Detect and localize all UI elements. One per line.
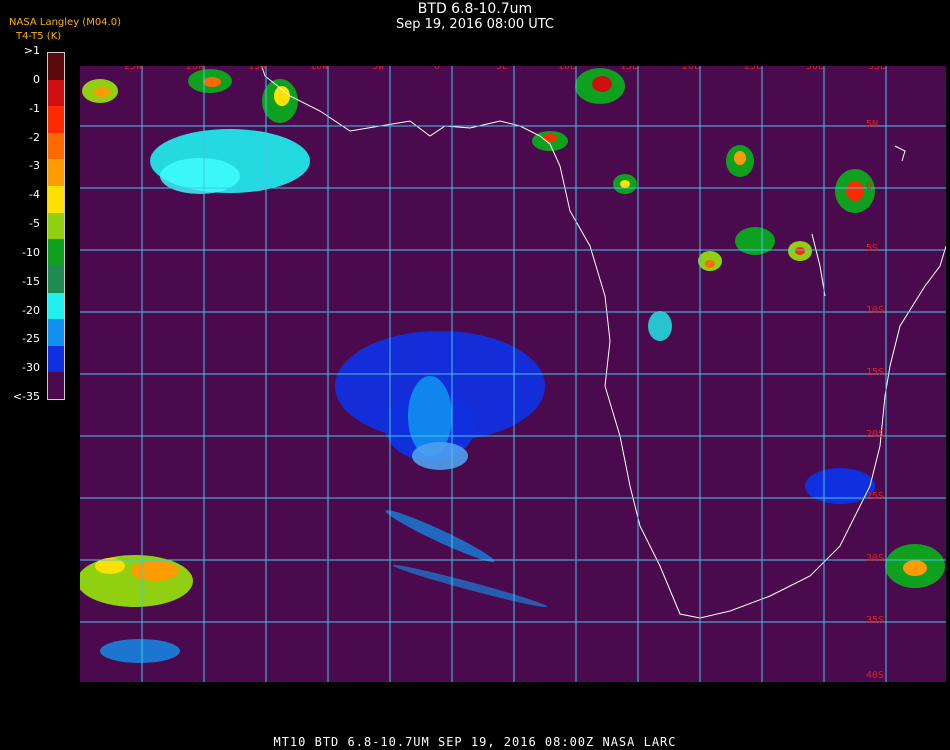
footer-caption: MT10 BTD 6.8-10.7UM SEP 19, 2016 08:00Z … [273,735,677,749]
color-scale-label: -20 [22,303,40,317]
satellite-map: 25W 20W 15W 10W 5W 0 5E 10E 15E 20E 25E 30E 35E 5N 0 5… [80,66,946,682]
longitude-label: 5W [372,66,385,72]
longitude-label: 0 [434,66,441,72]
color-scale-segment [48,106,64,134]
color-scale-segment [48,265,64,294]
longitude-label: 10E [558,66,577,72]
longitude-label: 5E [496,66,509,72]
longitude-label: 25W [124,66,143,72]
cloud-field [80,68,945,663]
color-scale-label: -4 [29,188,40,202]
color-scale-segment [48,53,64,81]
latitude-label: 15S [866,367,885,378]
color-scale-label: -30 [22,361,40,375]
longitude-label: 10W [310,66,329,72]
color-scale-segment [48,292,64,320]
latitude-label: 20S [866,429,885,440]
credit-label: NASA Langley (M04.0) [9,17,121,28]
latitude-label: 30S [866,553,885,564]
longitude-label: 20E [682,66,701,72]
longitude-label: 20W [186,66,205,72]
latitude-label: 25S [866,491,885,502]
color-scale-segment [48,79,64,107]
longitude-label: 15W [248,66,267,72]
color-scale-segment [48,239,64,267]
color-scale-label: 0 [33,72,40,86]
color-scale-segment [48,212,64,240]
color-scale-segment [48,319,64,347]
image-title: BTD 6.8-10.7um [417,1,533,17]
latitude-label: 35S [866,615,885,626]
color-scale-bar [47,52,65,400]
coastline [261,66,946,619]
latitude-label: 5N [866,119,879,130]
longitude-label: 25E [744,66,763,72]
latitude-label: 40S [866,670,885,681]
color-scale-label: >1 [23,44,40,57]
color-scale-label: -2 [29,130,40,144]
color-scale-label: -3 [29,159,40,173]
color-scale-label: -25 [22,332,40,346]
image-timestamp: Sep 19, 2016 08:00 UTC [395,17,555,32]
color-scale-segment [48,159,64,187]
color-scale-label: -15 [22,274,40,288]
latitude-label: 5S [866,243,879,254]
longitude-label: 15E [620,66,639,72]
longitude-label: 35E [868,66,887,72]
color-scale-segment [48,186,64,214]
color-scale-segment [48,132,64,160]
latitude-label: 10S [866,305,885,316]
latitude-label: 0 [866,181,873,192]
color-scale-segment [48,372,64,400]
color-scale-label: -5 [29,217,40,230]
color-scale-label: <-35 [12,390,40,403]
color-scale-segment [48,345,64,373]
color-scale-label: -10 [22,245,40,259]
map-canvas [80,66,946,682]
color-scale-label: -1 [29,101,40,115]
units-label: T4-T5 (K) [16,31,62,42]
longitude-label: 30E [806,66,825,72]
